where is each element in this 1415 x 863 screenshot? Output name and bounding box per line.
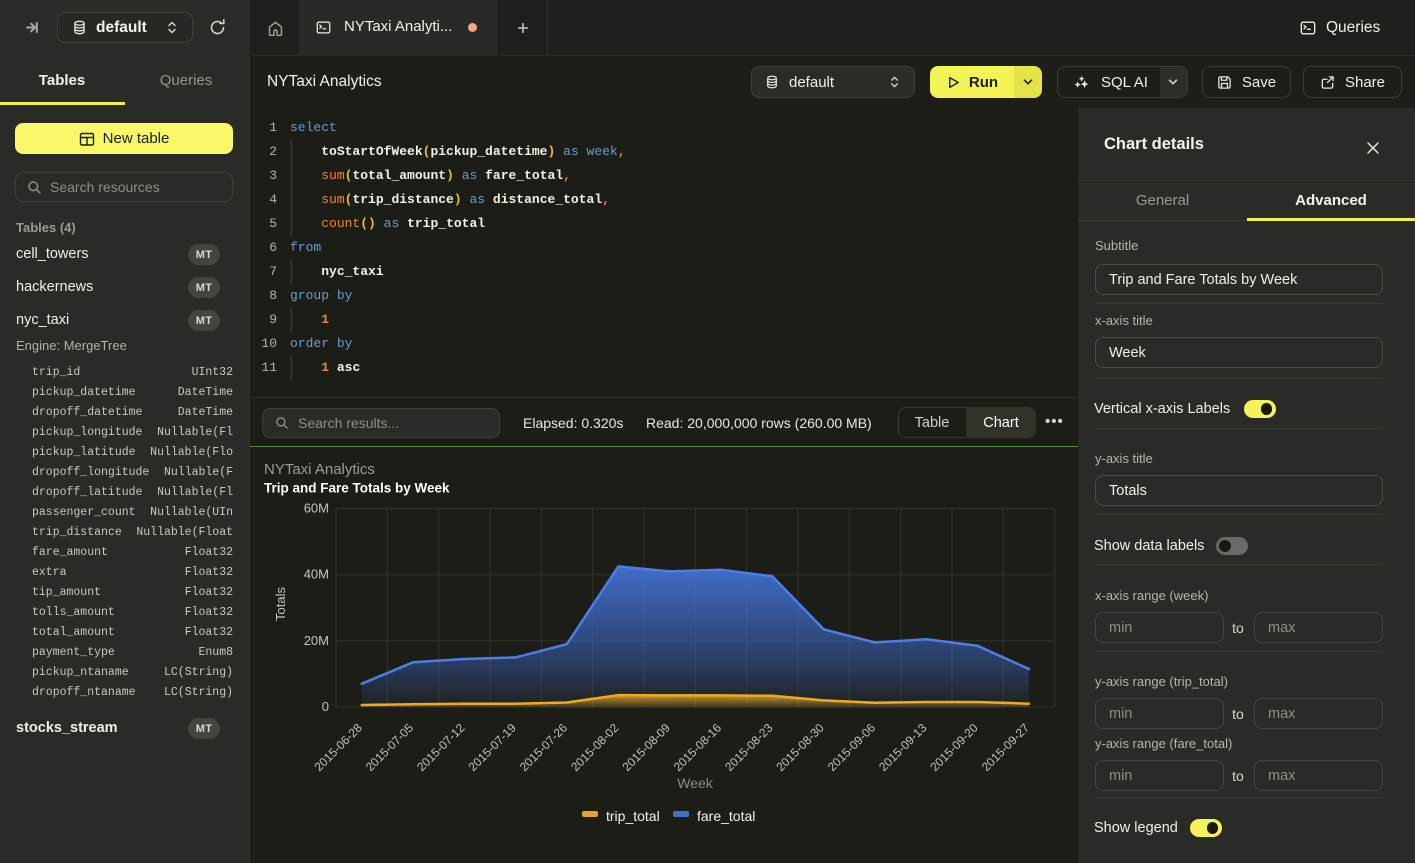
- svg-text:2015-07-12: 2015-07-12: [414, 720, 468, 774]
- svg-text:2015-06-28: 2015-06-28: [312, 720, 366, 774]
- svg-text:40M: 40M: [304, 567, 329, 582]
- svg-text:0: 0: [322, 699, 329, 714]
- svg-text:2015-08-02: 2015-08-02: [568, 720, 622, 774]
- svg-text:2015-08-16: 2015-08-16: [671, 720, 725, 774]
- svg-text:20M: 20M: [304, 633, 329, 648]
- svg-text:trip_total: trip_total: [606, 808, 660, 824]
- svg-text:Trip and Fare Totals by Week: Trip and Fare Totals by Week: [264, 481, 450, 496]
- svg-text:2015-08-30: 2015-08-30: [773, 720, 827, 774]
- svg-text:2015-09-27: 2015-09-27: [979, 720, 1033, 774]
- svg-text:2015-07-19: 2015-07-19: [466, 720, 520, 774]
- svg-text:2015-09-20: 2015-09-20: [927, 720, 981, 774]
- svg-text:NYTaxi Analytics: NYTaxi Analytics: [264, 461, 375, 478]
- svg-text:Totals: Totals: [273, 587, 288, 621]
- svg-text:2015-08-09: 2015-08-09: [620, 720, 674, 774]
- svg-text:60M: 60M: [304, 501, 329, 516]
- svg-text:Week: Week: [677, 775, 714, 791]
- svg-text:2015-07-26: 2015-07-26: [517, 720, 571, 774]
- svg-text:fare_total: fare_total: [697, 808, 755, 824]
- svg-text:2015-08-23: 2015-08-23: [722, 720, 776, 774]
- svg-text:2015-09-13: 2015-09-13: [876, 720, 930, 774]
- svg-text:2015-09-06: 2015-09-06: [825, 720, 879, 774]
- svg-text:2015-07-05: 2015-07-05: [363, 720, 417, 774]
